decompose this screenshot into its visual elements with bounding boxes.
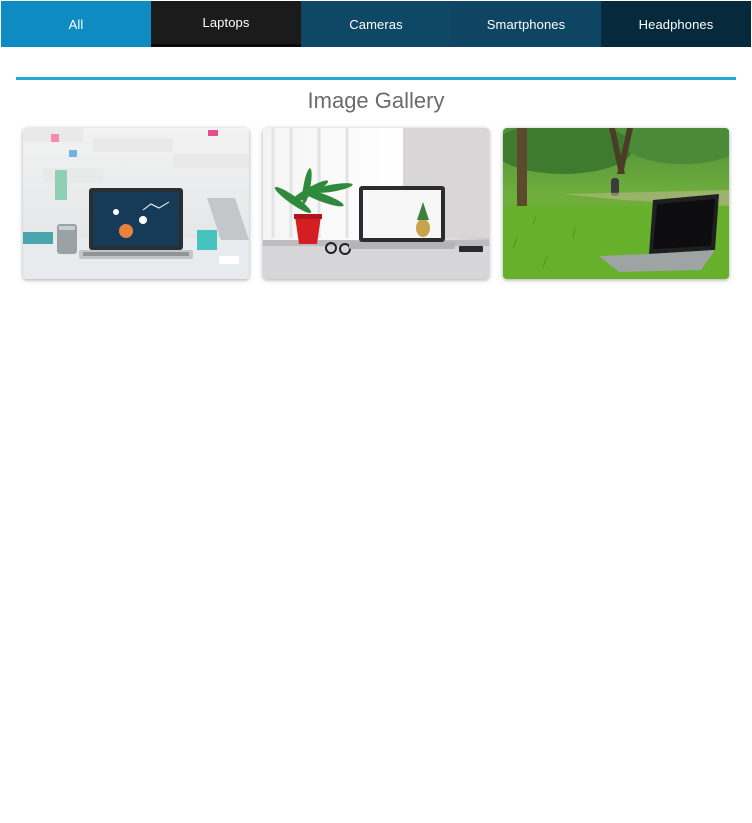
gallery-image-park-laptop[interactable] <box>503 128 729 279</box>
tab-headphones[interactable]: Headphones <box>601 1 751 47</box>
gallery-divider <box>16 77 736 80</box>
tab-cameras[interactable]: Cameras <box>301 1 451 47</box>
tab-smartphones[interactable]: Smartphones <box>451 1 601 47</box>
tab-laptops[interactable]: Laptops <box>151 1 301 47</box>
gallery-image-plant-laptop[interactable] <box>263 128 489 279</box>
photo-icon <box>23 128 249 279</box>
photo-icon <box>503 128 729 279</box>
gallery-title: Image Gallery <box>307 88 445 113</box>
photo-icon <box>263 128 489 279</box>
gallery-image-office-laptop[interactable] <box>23 128 249 279</box>
tab-all[interactable]: All <box>1 1 151 47</box>
category-tabs: All Laptops Cameras Smartphones Headphon… <box>1 1 751 47</box>
